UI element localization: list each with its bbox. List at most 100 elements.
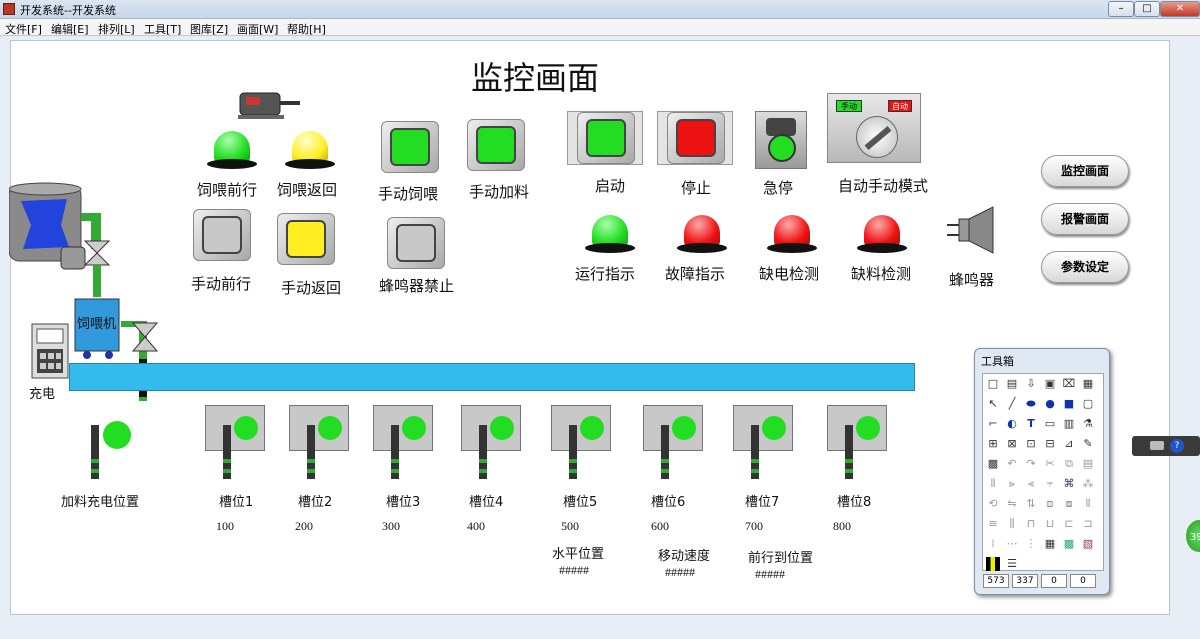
new-file-icon[interactable]: □ — [986, 377, 1000, 391]
slot-1-value: 100 — [216, 519, 234, 533]
auto-manual-selector[interactable]: 手动 自动 — [827, 93, 921, 163]
menu-help[interactable]: 帮助[H] — [287, 21, 326, 37]
open-icon[interactable]: ▤ — [1005, 377, 1019, 391]
grid-dots-icon[interactable]: ▦ — [1043, 537, 1057, 551]
button-icon[interactable]: ⊞ — [986, 437, 1000, 451]
circle-fill-icon[interactable]: ● — [1043, 397, 1057, 411]
nav-monitor-button[interactable]: 监控画面 — [1041, 155, 1129, 187]
ungroup-icon[interactable]: ⁂ — [1081, 477, 1095, 491]
palette-icon[interactable]: ▩ — [986, 457, 1000, 471]
space-v-icon[interactable]: ⊏ — [1062, 517, 1076, 531]
back-icon[interactable]: ⧇ — [1062, 497, 1076, 511]
stop-label: 停止 — [681, 179, 712, 197]
slot-8-sensor — [845, 425, 853, 479]
distribute-icon[interactable]: ⦀ — [1081, 497, 1095, 511]
slot-3-value: 300 — [382, 519, 400, 533]
floating-mini-panel[interactable]: ? — [1132, 436, 1200, 456]
material-missing-lamp — [857, 213, 907, 253]
redo-icon[interactable]: ↷ — [1024, 457, 1038, 471]
lock-icon[interactable]: ⊐ — [1081, 517, 1095, 531]
dotted-line-icon[interactable]: ⋯ — [1005, 537, 1019, 551]
menu-screen[interactable]: 画面[W] — [237, 21, 278, 37]
pointer-icon[interactable]: ↖ — [986, 397, 1000, 411]
bitmap-icon[interactable]: ⊡ — [1024, 437, 1038, 451]
flip-h-icon[interactable]: ⇋ — [1005, 497, 1019, 511]
flip-v-icon[interactable]: ⇅ — [1024, 497, 1038, 511]
window-title: 开发系统--开发系统 — [20, 4, 116, 17]
close-button[interactable]: ✕ — [1160, 1, 1200, 17]
polyline-icon[interactable]: ⌐ — [986, 417, 1000, 431]
slot-7-value: 700 — [745, 519, 763, 533]
menu-library[interactable]: 图库[Z] — [190, 21, 228, 37]
space-h-icon[interactable]: ⊔ — [1043, 517, 1057, 531]
nav-alarm-button[interactable]: 报警画面 — [1041, 203, 1129, 235]
slot-5 — [551, 405, 611, 451]
rect-fill-icon[interactable]: ■ — [1062, 397, 1076, 411]
slot-5-label: 槽位5 — [563, 495, 598, 510]
stop-button[interactable] — [667, 112, 725, 164]
line-icon[interactable]: ╱ — [1005, 397, 1019, 411]
menubar: 文件[F] 编辑[E] 排列[L] 工具[T] 图库[Z] 画面[W] 帮助[H… — [0, 19, 1200, 36]
image-icon[interactable]: ⌧ — [1062, 377, 1076, 391]
manual-back-button[interactable] — [277, 213, 335, 265]
buzzer-disable-button[interactable] — [387, 217, 445, 269]
rect-outline-icon[interactable]: ▢ — [1081, 397, 1095, 411]
meter-icon[interactable]: ⊟ — [1043, 437, 1057, 451]
manual-forward-button[interactable] — [193, 209, 251, 261]
report-icon[interactable]: ▦ — [1081, 377, 1095, 391]
start-button[interactable] — [577, 112, 635, 164]
flask-icon[interactable]: ⚗ — [1081, 417, 1095, 431]
import-icon[interactable]: ⇩ — [1024, 377, 1038, 391]
menu-file[interactable]: 文件[F] — [5, 21, 42, 37]
rotate-icon[interactable]: ⟲ — [986, 497, 1000, 511]
trend-icon[interactable]: ⊿ — [1062, 437, 1076, 451]
color-swatch-icon[interactable]: ▧ — [1081, 537, 1095, 551]
charge-position-label: 加料充电位置 — [61, 495, 140, 510]
paste-icon[interactable]: ▤ — [1081, 457, 1095, 471]
minimize-button[interactable]: – — [1108, 1, 1134, 17]
menu-edit[interactable]: 编辑[E] — [51, 21, 89, 37]
keyboard-icon[interactable] — [1150, 441, 1164, 450]
power-missing-label: 缺电检测 — [759, 265, 820, 283]
front-icon[interactable]: ⧈ — [1043, 497, 1057, 511]
same-height-icon[interactable]: ⫼ — [1005, 517, 1019, 531]
line-style-icon[interactable]: ☰ — [1005, 557, 1019, 571]
material-missing-label: 缺料检测 — [851, 265, 912, 283]
manual-feed-button[interactable] — [381, 121, 439, 173]
help-icon[interactable]: ? — [1170, 439, 1184, 453]
display-icon[interactable]: ▥ — [1062, 417, 1076, 431]
ellipse-fill-icon[interactable]: ⬬ — [1024, 397, 1038, 411]
color-palette-icon[interactable]: ▩ — [1062, 537, 1076, 551]
align-center-icon[interactable]: ⫸ — [1005, 477, 1019, 491]
fill-color-icon[interactable] — [986, 557, 1000, 571]
feeder-label: 饲喂机 — [77, 317, 117, 332]
fault-indicator-label: 故障指示 — [665, 265, 726, 283]
copy-icon[interactable]: ⧉ — [1062, 457, 1076, 471]
same-width-icon[interactable]: ≡ — [986, 517, 1000, 531]
text-icon[interactable]: T — [1024, 417, 1038, 431]
estop-button[interactable] — [755, 111, 807, 169]
motor-icon — [238, 92, 300, 119]
conveyor-rail — [69, 363, 915, 391]
menu-arrange[interactable]: 排列[L] — [98, 21, 135, 37]
arc-icon[interactable]: ◐ — [1005, 417, 1019, 431]
menu-tools[interactable]: 工具[T] — [144, 21, 181, 37]
grid-icon[interactable]: ⊠ — [1005, 437, 1019, 451]
cut-icon[interactable]: ✂ — [1043, 457, 1057, 471]
manual-add-button[interactable] — [467, 119, 525, 171]
save-icon[interactable]: ▣ — [1043, 377, 1057, 391]
same-size-icon[interactable]: ⊓ — [1024, 517, 1038, 531]
snap-icon[interactable]: ⁞ — [986, 537, 1000, 551]
nav-params-button[interactable]: 参数设定 — [1041, 251, 1129, 283]
rounded-rect-icon[interactable]: ▭ — [1043, 417, 1057, 431]
manual-feed-label: 手动饲喂 — [378, 185, 439, 203]
align-right-icon[interactable]: ⫷ — [1024, 477, 1038, 491]
undo-icon[interactable]: ↶ — [1005, 457, 1019, 471]
brush-icon[interactable]: ✎ — [1081, 437, 1095, 451]
slot-5-value: 500 — [561, 519, 579, 533]
vertical-dots-icon[interactable]: ⋮ — [1024, 537, 1038, 551]
maximize-button[interactable]: □ — [1134, 1, 1160, 17]
align-top-icon[interactable]: ⫧ — [1043, 477, 1057, 491]
group-icon[interactable]: ⌘ — [1062, 477, 1076, 491]
align-left-icon[interactable]: ⫴ — [986, 477, 1000, 491]
